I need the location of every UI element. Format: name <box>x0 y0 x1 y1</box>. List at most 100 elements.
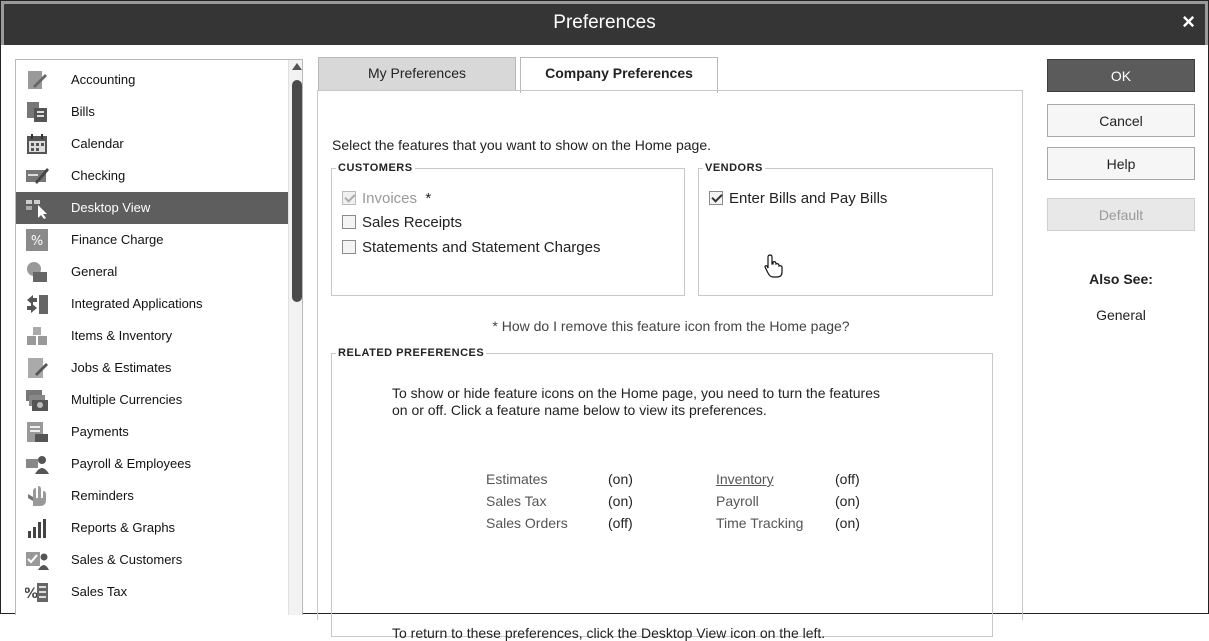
sidebar-item-label: Desktop View <box>71 200 151 215</box>
sidebar-item-label: Jobs & Estimates <box>71 360 172 375</box>
general-icon <box>27 262 47 282</box>
sidebar-item-label: Items & Inventory <box>71 328 173 343</box>
preferences-category-list: Accounting Bills Calendar Checking Deskt… <box>15 59 303 615</box>
sidebar-item-label: Sales Tax <box>71 584 128 599</box>
sidebar-item-general[interactable]: General <box>16 256 288 288</box>
reports-graphs-icon <box>28 519 46 538</box>
enter-bills-checkbox[interactable]: Enter Bills and Pay Bills <box>709 190 887 210</box>
sidebar-item-label: General <box>71 264 118 279</box>
checkbox-box[interactable] <box>709 191 723 205</box>
svg-text:%: % <box>31 234 43 249</box>
cancel-button[interactable]: Cancel <box>1047 104 1195 137</box>
customers-legend: CUSTOMERS <box>338 162 413 174</box>
tab-my-preferences[interactable]: My Preferences <box>318 57 516 91</box>
sidebar-item-label: Finance Charge <box>71 232 164 247</box>
feature-inventory-link[interactable]: Inventory <box>716 471 774 487</box>
feature-sales-orders-link[interactable]: Sales Orders <box>486 515 568 531</box>
svg-text:%: % <box>25 586 38 602</box>
sidebar-item-bills[interactable]: Bills <box>16 96 288 128</box>
invoices-checkbox: Invoices * <box>342 190 431 210</box>
accounting-icon <box>28 71 47 89</box>
enter-bills-label: Enter Bills and Pay Bills <box>729 190 888 207</box>
sidebar-item-label: Multiple Currencies <box>71 392 183 407</box>
invoices-label: Invoices <box>362 190 418 207</box>
sidebar-item-label: Reminders <box>71 488 134 503</box>
items-inventory-icon <box>27 327 47 345</box>
sidebar-item-calendar[interactable]: Calendar <box>16 128 288 160</box>
scroll-up-arrow-icon[interactable] <box>292 63 302 70</box>
help-button[interactable]: Help <box>1047 147 1195 180</box>
feature-estimates-link[interactable]: Estimates <box>486 471 547 487</box>
also-see-general-link[interactable]: General <box>1047 307 1195 323</box>
remove-feature-icon-help-link[interactable]: * How do I remove this feature icon from… <box>318 318 1024 334</box>
statements-label: Statements and Statement Charges <box>362 239 601 256</box>
tab-label: My Preferences <box>367 65 467 81</box>
reminders-icon <box>28 486 46 506</box>
bills-icon <box>27 102 47 122</box>
sidebar-item-label: Accounting <box>71 72 136 87</box>
payments-icon <box>27 422 48 442</box>
related-preferences-legend: RELATED PREFERENCES <box>338 347 485 359</box>
checkbox-box[interactable] <box>342 240 356 254</box>
customers-group: CUSTOMERS Invoices * Sales Receipts Stat… <box>331 162 685 296</box>
sidebar-item-sales-tax[interactable]: % Sales Tax <box>16 576 288 608</box>
related-preferences-footer: To return to these preferences, click th… <box>392 625 826 641</box>
sidebar-item-reminders[interactable]: Reminders <box>16 480 288 512</box>
feature-sales-tax-state: (on) <box>608 493 633 509</box>
sidebar-item-label: Checking <box>71 168 126 183</box>
checking-icon <box>26 168 49 184</box>
intro-text: Select the features that you want to sho… <box>332 137 712 153</box>
sidebar-scrollbar[interactable] <box>288 60 302 615</box>
checkbox-box[interactable] <box>342 215 356 229</box>
related-preferences-text: To show or hide feature icons on the Hom… <box>392 385 880 418</box>
preferences-dialog: Preferences × Accounting Bills Calendar … <box>0 0 1209 641</box>
sidebar-item-jobs-estimates[interactable]: Jobs & Estimates <box>16 352 288 384</box>
sales-customers-icon <box>26 552 49 570</box>
feature-sales-tax-link[interactable]: Sales Tax <box>486 493 546 509</box>
sales-receipts-checkbox[interactable]: Sales Receipts <box>342 214 462 234</box>
ok-button[interactable]: OK <box>1047 59 1195 92</box>
sidebar-item-payroll-employees[interactable]: Payroll & Employees <box>16 448 288 480</box>
close-icon[interactable]: × <box>1182 9 1195 35</box>
calendar-icon <box>27 134 47 154</box>
vendors-group: VENDORS Enter Bills and Pay Bills <box>698 162 993 296</box>
finance-charge-icon: % <box>26 229 48 251</box>
sidebar-item-payments[interactable]: Payments <box>16 416 288 448</box>
sidebar-item-items-inventory[interactable]: Items & Inventory <box>16 320 288 352</box>
feature-payroll-state: (on) <box>835 493 860 509</box>
sidebar-item-label: Sales & Customers <box>71 552 183 567</box>
also-see-heading: Also See: <box>1089 271 1153 287</box>
sidebar-item-label: Reports & Graphs <box>71 520 176 535</box>
title-bar: Preferences × <box>1 1 1208 45</box>
checkbox-box <box>342 191 356 205</box>
vendors-legend: VENDORS <box>705 162 763 174</box>
invoices-asterisk: * <box>425 190 432 207</box>
integrated-applications-icon <box>27 295 48 314</box>
sidebar-item-label: Payroll & Employees <box>71 456 191 471</box>
tab-label: Company Preferences <box>545 65 693 81</box>
default-button: Default <box>1047 198 1195 231</box>
sales-receipts-label: Sales Receipts <box>362 214 463 231</box>
feature-sales-orders-state: (off) <box>608 515 633 531</box>
sidebar-item-integrated-applications[interactable]: Integrated Applications <box>16 288 288 320</box>
tab-company-preferences[interactable]: Company Preferences <box>520 57 718 93</box>
sidebar-item-accounting[interactable]: Accounting <box>16 64 288 96</box>
sidebar-item-desktop-view[interactable]: Desktop View <box>16 192 288 224</box>
feature-time-tracking-state: (on) <box>835 515 860 531</box>
sidebar-item-label: Payments <box>71 424 129 439</box>
company-preferences-panel: Select the features that you want to sho… <box>317 90 1024 641</box>
sidebar-item-reports-graphs[interactable]: Reports & Graphs <box>16 512 288 544</box>
sidebar-item-multiple-currencies[interactable]: Multiple Currencies <box>16 384 288 416</box>
sidebar-item-label: Bills <box>71 104 95 119</box>
sales-tax-icon: % <box>25 583 48 602</box>
hand-pointer-cursor-icon <box>764 254 783 278</box>
scroll-thumb[interactable] <box>292 80 302 302</box>
feature-time-tracking-link[interactable]: Time Tracking <box>716 515 803 531</box>
feature-payroll-link[interactable]: Payroll <box>716 493 759 509</box>
jobs-estimates-icon <box>28 358 48 378</box>
feature-inventory-state: (off) <box>835 471 860 487</box>
sidebar-item-checking[interactable]: Checking <box>16 160 288 192</box>
statements-checkbox[interactable]: Statements and Statement Charges <box>342 239 600 259</box>
sidebar-item-sales-customers[interactable]: Sales & Customers <box>16 544 288 576</box>
sidebar-item-finance-charge[interactable]: % Finance Charge <box>16 224 288 256</box>
